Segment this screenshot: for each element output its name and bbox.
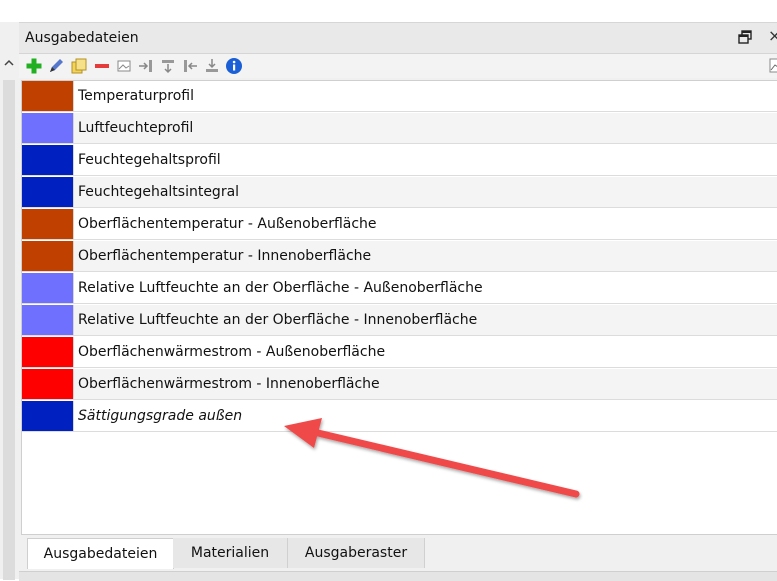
list-item[interactable]: Oberflächentemperatur - Außenoberfläche: [22, 209, 777, 240]
list-item[interactable]: Feuchtegehaltsprofil: [22, 145, 777, 176]
list-item[interactable]: Oberflächenwärmestrom - Innenoberfläche: [22, 369, 777, 400]
output-name: Luftfeuchteprofil: [78, 120, 194, 136]
list-item[interactable]: Luftfeuchteprofil: [22, 113, 777, 144]
scrollbar-track[interactable]: [3, 80, 15, 580]
add-icon[interactable]: [25, 57, 43, 75]
tab-ausgabedateien[interactable]: Ausgabedateien: [27, 538, 174, 569]
list-item[interactable]: Feuchtegehaltsintegral: [22, 177, 777, 208]
color-swatch[interactable]: [22, 81, 73, 111]
color-swatch[interactable]: [22, 337, 73, 367]
tab-label: Ausgabedateien: [43, 546, 158, 562]
column-divider: [73, 113, 74, 143]
column-divider: [73, 177, 74, 207]
tab-materialien[interactable]: Materialien: [173, 538, 288, 568]
color-swatch[interactable]: [22, 209, 73, 239]
scroll-up-icon[interactable]: [2, 56, 16, 70]
output-name: Feuchtegehaltsintegral: [78, 184, 240, 200]
edit-icon[interactable]: [47, 57, 65, 75]
output-name: Sättigungsgrade außen: [78, 408, 243, 424]
list-item[interactable]: Sättigungsgrade außen: [22, 401, 777, 432]
output-files-panel: Ausgabedateien × Temperaturprofil Luftfe…: [19, 22, 777, 581]
column-divider: [73, 369, 74, 399]
chart-icon[interactable]: [769, 58, 777, 74]
column-divider: [73, 145, 74, 175]
sort-icon[interactable]: [203, 57, 221, 75]
output-name: Oberflächenwärmestrom - Innenoberfläche: [78, 376, 380, 392]
color-swatch[interactable]: [22, 369, 73, 399]
move-right-icon[interactable]: [137, 57, 155, 75]
tab-ausgaberaster[interactable]: Ausgaberaster: [288, 538, 425, 568]
tab-label: Ausgaberaster: [304, 545, 408, 561]
list-item[interactable]: Oberflächentemperatur - Innenoberfläche: [22, 241, 777, 272]
status-strip: [19, 571, 777, 581]
output-name: Oberflächentemperatur - Innenoberfläche: [78, 248, 372, 264]
list-item[interactable]: Relative Luftfeuchte an der Oberfläche -…: [22, 273, 777, 304]
color-swatch[interactable]: [22, 401, 73, 431]
output-name: Temperaturprofil: [78, 88, 194, 104]
list-item[interactable]: Oberflächenwärmestrom - Außenoberfläche: [22, 337, 777, 368]
copy-icon[interactable]: [70, 57, 88, 75]
output-name: Relative Luftfeuchte an der Oberfläche -…: [78, 312, 478, 328]
column-divider: [73, 273, 74, 303]
color-swatch[interactable]: [22, 273, 73, 303]
remove-icon[interactable]: [93, 57, 111, 75]
color-swatch[interactable]: [22, 177, 73, 207]
color-swatch[interactable]: [22, 113, 73, 143]
toolbar: [19, 54, 777, 78]
output-name: Relative Luftfeuchte an der Oberfläche -…: [78, 280, 483, 296]
column-divider: [73, 337, 74, 367]
color-swatch[interactable]: [22, 145, 73, 175]
left-scroll-strip: [0, 22, 20, 580]
info-icon[interactable]: [225, 57, 243, 75]
color-swatch[interactable]: [22, 305, 73, 335]
column-divider: [73, 401, 74, 431]
column-divider: [73, 305, 74, 335]
column-divider: [73, 209, 74, 239]
column-divider: [73, 241, 74, 271]
list-item[interactable]: Temperaturprofil: [22, 81, 777, 112]
tab-bar: Ausgabedateien Materialien Ausgaberaster: [19, 536, 777, 581]
output-name: Feuchtegehaltsprofil: [78, 152, 221, 168]
panel-title: Ausgabedateien: [25, 30, 139, 46]
tab-label: Materialien: [190, 545, 270, 561]
panel-titlebar: Ausgabedateien ×: [19, 23, 777, 54]
float-window-icon[interactable]: [737, 29, 753, 45]
close-icon[interactable]: ×: [768, 28, 777, 44]
output-name: Oberflächenwärmestrom - Außenoberfläche: [78, 344, 386, 360]
column-divider: [73, 81, 74, 111]
filter-icon[interactable]: [159, 57, 177, 75]
output-files-list[interactable]: Temperaturprofil Luftfeuchteprofil Feuchte…: [21, 80, 777, 535]
color-swatch[interactable]: [22, 241, 73, 271]
list-item[interactable]: Relative Luftfeuchte an der Oberfläche -…: [22, 305, 777, 336]
output-name: Oberflächentemperatur - Außenoberfläche: [78, 216, 377, 232]
move-left-icon[interactable]: [181, 57, 199, 75]
image-icon[interactable]: [115, 57, 133, 75]
